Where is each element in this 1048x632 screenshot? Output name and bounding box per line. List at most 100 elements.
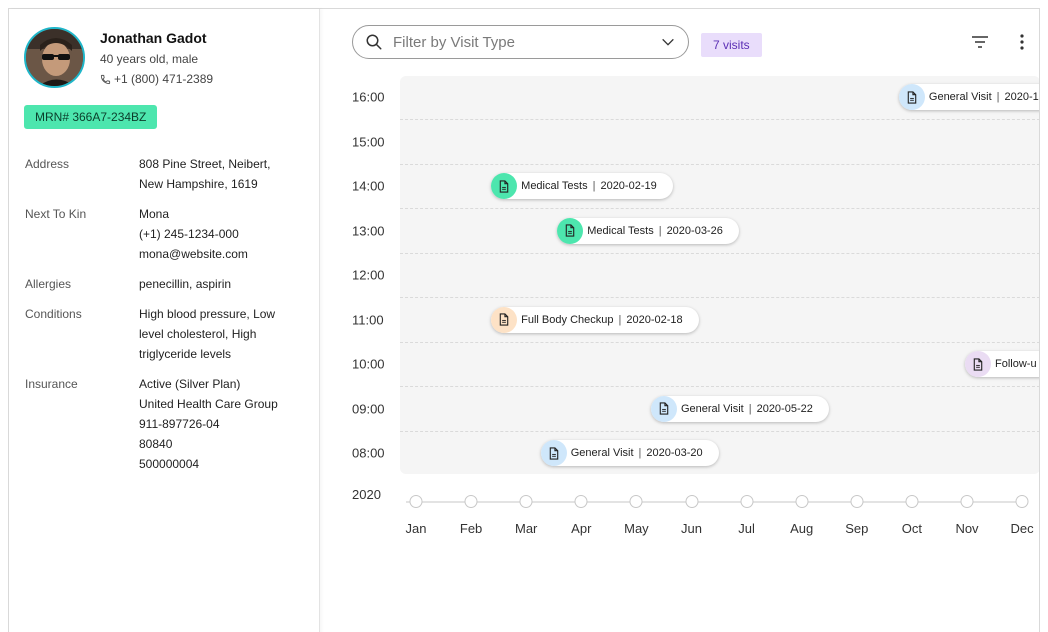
visit-date: 2020-02-18 — [626, 313, 683, 326]
detail-label: Next To Kin — [25, 207, 87, 221]
x-tick-label: Dec — [1010, 521, 1034, 536]
x-tick-label: Apr — [571, 521, 592, 536]
x-tick-label: May — [624, 521, 649, 536]
visit-pill[interactable]: General Visit | 2020-1 — [898, 84, 1039, 110]
visit-date: 2020-03-26 — [666, 224, 723, 237]
visit-pill[interactable]: Follow-u — [965, 351, 1039, 377]
visit-date: 2020-03-20 — [646, 447, 703, 459]
detail-line: level cholesterol, High — [139, 327, 257, 341]
visit-pill[interactable]: Medical Tests | 2020-02-19 — [491, 173, 673, 199]
y-tick-label: 15:00 — [352, 134, 385, 149]
month-marker[interactable] — [464, 495, 478, 508]
patient-phone: +1 (800) 471-2389 — [100, 72, 213, 86]
month-marker[interactable] — [685, 495, 698, 508]
x-tick-label: Jun — [681, 521, 702, 536]
month-marker[interactable] — [850, 495, 864, 508]
month-marker[interactable] — [960, 495, 974, 508]
y-tick-label: 16:00 — [352, 89, 385, 105]
document-icon — [491, 173, 518, 199]
detail-line: New Hampshire, 1619 — [139, 177, 258, 191]
timeline-axis — [406, 501, 1026, 503]
visit-date: 2020-05-22 — [756, 402, 813, 415]
avatar-image — [26, 29, 83, 86]
detail-line: United Health Care Group — [139, 397, 278, 411]
gridline — [400, 297, 1039, 299]
detail-line: 500000004 — [139, 457, 200, 471]
visit-pill[interactable]: Medical Tests | 2020-03-26 — [557, 217, 739, 244]
month-marker[interactable] — [740, 495, 754, 508]
month-marker[interactable] — [629, 495, 643, 508]
y-tick-label: 12:00 — [352, 267, 385, 283]
search-icon — [366, 34, 382, 50]
visit-separator: | — [638, 447, 642, 459]
x-tick-label: Jan — [405, 521, 427, 536]
filter-icon[interactable] — [970, 33, 990, 51]
month-marker[interactable] — [409, 495, 423, 508]
phone-icon — [100, 74, 111, 84]
visit-pill[interactable]: General Visit | 2020-05-22 — [650, 395, 829, 422]
detail-line: Active (Silver Plan) — [139, 377, 241, 391]
detail-value: 808 Pine Street, Neibert, New Hampshire,… — [139, 154, 270, 194]
detail-line: 80840 — [139, 437, 173, 451]
chevron-down-icon[interactable] — [660, 34, 676, 50]
y-tick-label: 14:00 — [352, 178, 385, 194]
detail-line: High blood pressure, Low — [139, 307, 276, 321]
more-options-icon[interactable] — [1012, 33, 1032, 51]
visit-pill[interactable]: General Visit | 2020-03-20 — [540, 440, 719, 466]
detail-line: 911-897726-04 — [139, 417, 220, 431]
detail-line: Mona — [139, 207, 170, 221]
y-tick-label: 11:00 — [352, 312, 384, 327]
document-icon — [540, 440, 567, 466]
visits-panel: 7 visits 2020 16:00 15:00 14:00 13:00 12:00 1… — [321, 9, 1039, 632]
visit-label: Medical Tests — [521, 180, 588, 192]
visit-label: Follow-u — [995, 358, 1037, 370]
visit-date: 2020-1 — [1004, 91, 1039, 103]
detail-label: Conditions — [25, 307, 82, 321]
detail-value: Active (Silver Plan) United Health Care … — [139, 374, 278, 474]
app-frame: Jonathan Gadot 40 years old, male +1 (80… — [8, 8, 1040, 632]
y-tick-label: 10:00 — [352, 356, 385, 372]
month-marker[interactable] — [1015, 495, 1029, 508]
gridline — [400, 386, 1039, 388]
detail-next-to-kin: Next To Kin Mona (+1) 245-1234-000 mona@… — [25, 204, 310, 264]
visit-separator: | — [618, 313, 622, 326]
detail-line: 808 Pine Street, Neibert, — [139, 157, 271, 171]
detail-line: triglyceride levels — [139, 347, 232, 361]
month-marker[interactable] — [519, 495, 533, 508]
y-tick-label: 09:00 — [352, 401, 385, 416]
month-marker[interactable] — [574, 495, 588, 508]
visit-separator: | — [996, 91, 1000, 103]
x-tick-label: Sep — [845, 521, 869, 536]
detail-label: Insurance — [25, 377, 78, 391]
detail-conditions: Conditions High blood pressure, Low leve… — [25, 304, 310, 364]
detail-label: Allergies — [25, 277, 72, 291]
visit-label: General Visit — [928, 91, 992, 103]
month-marker[interactable] — [795, 495, 809, 508]
year-label: 2020 — [352, 487, 381, 502]
document-icon — [965, 351, 992, 377]
patient-avatar — [24, 27, 85, 88]
visit-separator: | — [748, 402, 752, 415]
detail-allergies: Allergies penecillin, aspirin — [25, 274, 310, 294]
visit-separator: | — [658, 224, 662, 237]
y-tick-label: 13:00 — [352, 223, 385, 238]
gridline — [400, 252, 1039, 254]
visit-separator: | — [592, 180, 596, 192]
patient-age-sex: 40 years old, male — [100, 52, 199, 66]
visit-pill[interactable]: Full Body Checkup | 2020-02-18 — [491, 306, 699, 333]
x-tick-label: Aug — [790, 521, 814, 536]
month-marker[interactable] — [905, 495, 919, 508]
visit-type-filter[interactable] — [352, 25, 689, 59]
x-tick-label: Mar — [514, 521, 538, 536]
detail-value: High blood pressure, Low level cholester… — [139, 304, 275, 364]
visit-date: 2020-02-19 — [600, 180, 657, 192]
detail-line: penecillin, aspirin — [139, 277, 232, 291]
visit-type-input[interactable] — [393, 33, 660, 51]
document-icon — [898, 84, 925, 110]
document-icon — [557, 217, 584, 244]
patient-details: Address 808 Pine Street, Neibert, New Ha… — [25, 154, 310, 484]
detail-label: Address — [25, 157, 70, 171]
detail-line: mona@website.com — [139, 247, 248, 261]
patient-panel: Jonathan Gadot 40 years old, male +1 (80… — [9, 9, 320, 632]
gridline — [400, 430, 1039, 432]
